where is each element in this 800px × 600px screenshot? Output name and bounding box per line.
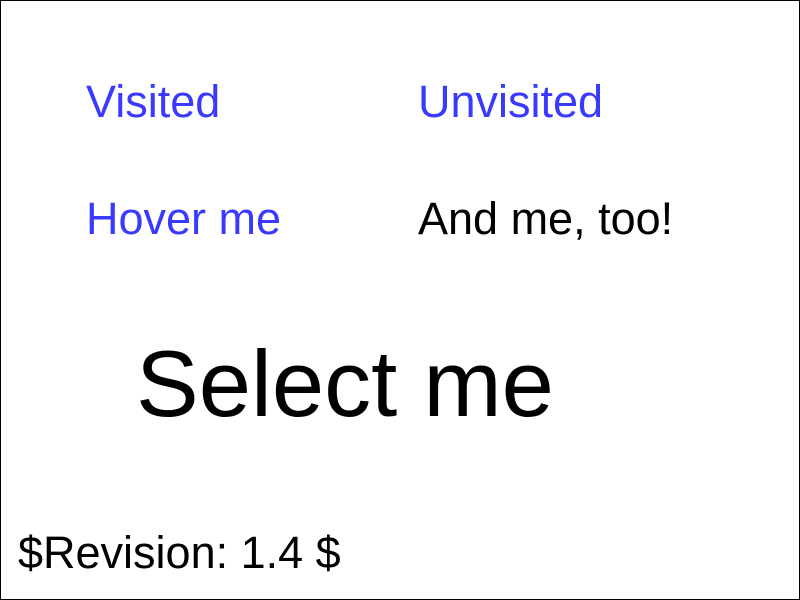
unvisited-link[interactable]: Unvisited: [418, 79, 603, 124]
page-frame: Visited Unvisited Hover me And me, too! …: [0, 0, 800, 600]
selectable-text[interactable]: Select me: [136, 337, 554, 431]
hover-me-link[interactable]: Hover me: [86, 196, 281, 241]
revision-label: $Revision: 1.4 $: [18, 527, 341, 578]
visited-link[interactable]: Visited: [86, 79, 220, 124]
hover-text[interactable]: And me, too!: [418, 196, 673, 241]
